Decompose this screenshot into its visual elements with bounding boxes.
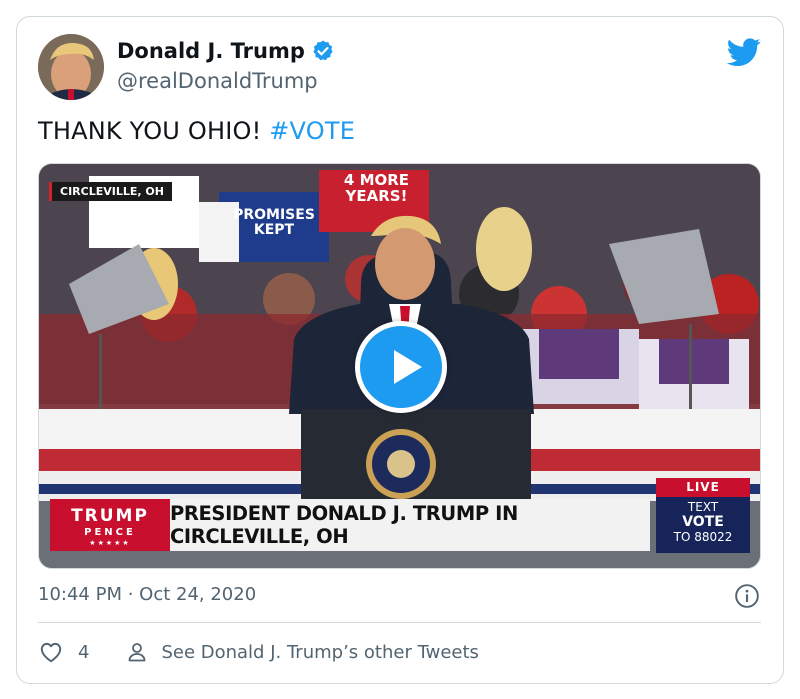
trump-pence-logo: TRUMP PENCE ★★★★★: [50, 499, 170, 551]
video-player[interactable]: CIRCLEVILLE, OH 4 MORE YEARS! PROMISES K…: [38, 163, 761, 569]
text-vote-box: TEXT VOTE TO 88022: [656, 497, 750, 553]
avatar[interactable]: [38, 34, 104, 100]
video-lower-third: TRUMP PENCE ★★★★★ PRESIDENT DONALD J. TR…: [50, 478, 750, 553]
logo-line-2: PENCE: [84, 527, 136, 538]
info-icon[interactable]: [734, 583, 760, 609]
location-tag: CIRCLEVILLE, OH: [49, 182, 172, 201]
logo-stars: ★★★★★: [89, 539, 131, 547]
author-name-row[interactable]: Donald J. Trump: [117, 39, 335, 63]
verified-badge-icon: [313, 40, 333, 61]
tweet-text: THANK YOU OHIO! #VOTE: [38, 117, 355, 145]
tweet-timestamp[interactable]: 10:44 PM · Oct 24, 2020: [38, 584, 256, 605]
tweet-actions: 4 See Donald J. Trump’s other Tweets: [38, 637, 479, 667]
play-icon[interactable]: [355, 321, 447, 413]
other-tweets-link[interactable]: See Donald J. Trump’s other Tweets: [161, 642, 478, 663]
person-icon[interactable]: [125, 640, 149, 664]
divider: [38, 622, 761, 623]
logo-line-1: TRUMP: [71, 506, 149, 526]
text-vote-line-1: TEXT: [687, 500, 719, 514]
hashtag-link[interactable]: #VOTE: [269, 117, 355, 145]
author-display-name[interactable]: Donald J. Trump: [117, 39, 305, 63]
sign-promises-kept: PROMISES KEPT: [233, 207, 315, 238]
text-vote-line-3: TO 88022: [673, 530, 733, 544]
text-vote-line-2: VOTE: [682, 514, 724, 530]
author-handle[interactable]: @realDonaldTrump: [117, 69, 318, 93]
twitter-bird-icon[interactable]: [727, 35, 761, 69]
tweet-body: THANK YOU OHIO!: [38, 117, 270, 145]
sign-four-more-years: 4 MORE YEARS!: [343, 171, 410, 205]
tweet-card[interactable]: Donald J. Trump @realDonaldTrump THANK Y…: [16, 16, 784, 684]
live-badge: LIVE: [656, 478, 750, 497]
lower-third-headline: PRESIDENT DONALD J. TRUMP IN CIRCLEVILLE…: [170, 499, 650, 551]
heart-icon[interactable]: [38, 639, 64, 665]
like-count[interactable]: 4: [78, 642, 89, 663]
